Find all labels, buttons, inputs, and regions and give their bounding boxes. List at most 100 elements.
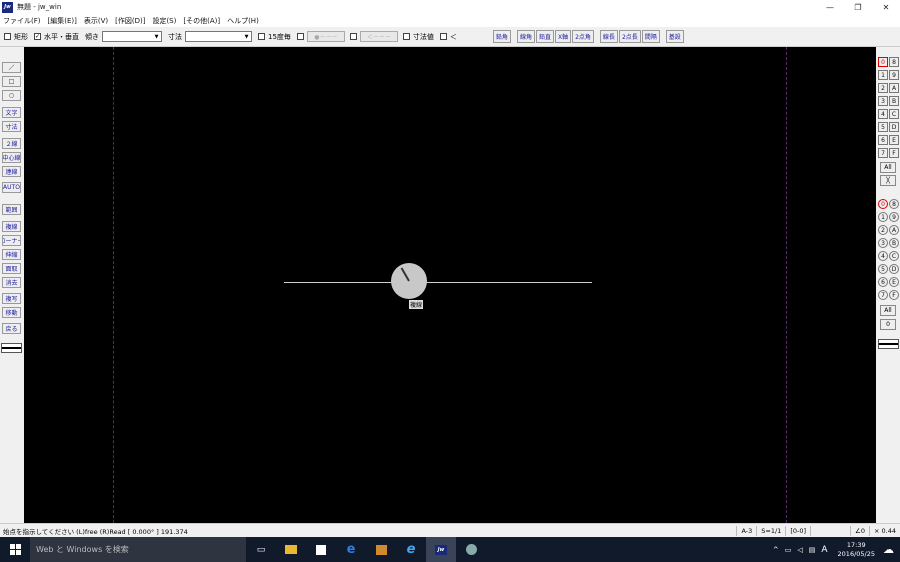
layer-group-button[interactable]: D — [889, 122, 899, 132]
layer-group-button[interactable]: F — [889, 148, 899, 158]
erase-tool-button[interactable]: 消去 — [2, 277, 21, 288]
drawing-canvas[interactable]: 複線 — [24, 47, 876, 523]
layer-group-button[interactable]: 7 — [878, 148, 888, 158]
layer-group-button[interactable]: B — [889, 96, 899, 106]
edge-browser-icon[interactable]: e — [336, 537, 366, 562]
layer-group-button[interactable]: 2 — [878, 83, 888, 93]
layer-button[interactable]: 3 — [878, 238, 888, 248]
layer-group-button[interactable]: 4 — [878, 109, 888, 119]
copy-tool-button[interactable]: 複写 — [2, 293, 21, 304]
minimize-button[interactable]: — — [816, 0, 844, 14]
layer-button[interactable]: F — [889, 290, 899, 300]
layer-button[interactable]: 4 — [878, 251, 888, 261]
layer-group-button[interactable]: C — [889, 109, 899, 119]
layer-group-button[interactable]: E — [889, 135, 899, 145]
toolbar-button-7[interactable]: 2点長 — [618, 30, 641, 43]
layer-button[interactable]: B — [889, 238, 899, 248]
centerline-tool-button[interactable]: 中心線 — [2, 152, 21, 163]
notification-cloud-icon[interactable]: ☁ — [883, 543, 894, 556]
menu-other[interactable]: [その他(A)] — [183, 16, 220, 26]
menu-help[interactable]: ヘルプ(H) — [227, 16, 259, 26]
chamfer-tool-button[interactable]: 面取 — [2, 263, 21, 274]
toolbar-button-8[interactable]: 間隔 — [641, 30, 660, 43]
toolbar-button-2[interactable]: 線角 — [516, 30, 535, 43]
layer-group-button[interactable]: 1 — [878, 70, 888, 80]
slope-combo[interactable]: ▼ — [102, 31, 162, 42]
layer-button[interactable]: C — [889, 251, 899, 261]
corner-tool-button[interactable]: コーナー — [2, 235, 21, 246]
circle-tool-button[interactable]: ○ — [2, 90, 21, 101]
restore-button[interactable]: ❐ — [844, 0, 872, 14]
layer-button[interactable]: A — [889, 225, 899, 235]
horizontal-vertical-checkbox[interactable]: ✓ 水平・垂直 — [34, 32, 79, 42]
dim-combo[interactable]: ▼ — [185, 31, 252, 42]
network-icon[interactable]: ▭ — [785, 546, 792, 554]
paint-app-icon[interactable] — [456, 537, 486, 562]
toolbar-button-1[interactable]: 鉛角 — [492, 30, 511, 43]
layer-button[interactable]: 1 — [878, 212, 888, 222]
ime-indicator[interactable]: A — [821, 545, 827, 555]
arrow-line-checkbox[interactable] — [349, 33, 357, 40]
scale-field[interactable]: S=1/1 — [756, 526, 785, 536]
layer-button[interactable]: E — [889, 277, 899, 287]
layer-button[interactable]: D — [889, 264, 899, 274]
layer-all-button[interactable]: All — [880, 305, 896, 316]
line-style-indicator[interactable] — [1, 343, 22, 353]
jw-cad-taskbar-icon[interactable]: Jw — [426, 537, 456, 562]
angle-field[interactable]: ∠0 — [850, 526, 869, 536]
file-explorer-icon[interactable] — [276, 537, 306, 562]
layer-zero-button[interactable]: 0 — [880, 319, 896, 330]
layer-button[interactable]: 8 — [889, 199, 899, 209]
chevron-up-icon[interactable]: ^ — [773, 546, 779, 554]
menu-edit[interactable]: [編集(E)] — [48, 16, 77, 26]
layer-group-button[interactable]: A — [889, 83, 899, 93]
layer-group-button[interactable]: 9 — [889, 70, 899, 80]
dot-line-button[interactable]: ●－－－ — [306, 31, 345, 42]
media-player-icon[interactable] — [366, 537, 396, 562]
dimvalue-checkbox[interactable]: 寸法値 — [402, 32, 434, 42]
dot-line-checkbox[interactable] — [296, 33, 304, 40]
extend-tool-button[interactable]: 伸縮 — [2, 249, 21, 260]
taskbar-search-input[interactable]: Web と Windows を検索 — [30, 537, 246, 562]
start-button[interactable] — [0, 537, 30, 562]
layer-line-indicator[interactable] — [878, 339, 899, 349]
layer-button[interactable]: 6 — [878, 277, 888, 287]
menu-file[interactable]: ファイル(F) — [3, 16, 41, 26]
layer-group-button[interactable]: 0 — [878, 57, 888, 67]
layer-button[interactable]: 2 — [878, 225, 888, 235]
toolbar-button-5[interactable]: 2点角 — [572, 30, 594, 43]
arrow-line-button[interactable]: ＜－－－ — [359, 31, 398, 42]
toolbar-button-3[interactable]: 鉛直 — [535, 30, 554, 43]
continuous-line-tool-button[interactable]: 連線 — [2, 166, 21, 177]
rectangle-tool-button[interactable]: □ — [2, 76, 21, 87]
task-view-icon[interactable]: ▭ — [246, 537, 276, 562]
layer-group-button[interactable]: 3 — [878, 96, 888, 106]
layer-group-button[interactable]: 5 — [878, 122, 888, 132]
close-icon[interactable]: ╳ — [880, 175, 896, 186]
toolbar-button-9[interactable]: 基設 — [665, 30, 684, 43]
auto-tool-button[interactable]: AUTO — [2, 182, 21, 193]
line-tool-button[interactable]: ／ — [2, 62, 21, 73]
layer-group-button[interactable]: 8 — [889, 57, 899, 67]
layer-button[interactable]: 9 — [889, 212, 899, 222]
internet-explorer-icon[interactable]: e — [396, 537, 426, 562]
undo-button[interactable]: 戻る — [2, 323, 21, 334]
rect-checkbox[interactable]: 矩形 — [4, 32, 28, 42]
layer-button[interactable]: 0 — [878, 199, 888, 209]
store-icon[interactable] — [306, 537, 336, 562]
zoom-field[interactable]: × 0.44 — [869, 526, 900, 536]
toolbar-button-6[interactable]: 線長 — [599, 30, 618, 43]
paper-size[interactable]: A-3 — [736, 526, 756, 536]
offset-tool-button[interactable]: 複線 — [2, 221, 21, 232]
layer-button[interactable]: 7 — [878, 290, 888, 300]
layer-button[interactable]: 5 — [878, 264, 888, 274]
layer-group-all-button[interactable]: All — [880, 162, 896, 173]
range-tool-button[interactable]: 範囲 — [2, 204, 21, 215]
menu-settings[interactable]: 設定(S) — [152, 16, 176, 26]
toolbar-button-4[interactable]: X軸 — [554, 30, 572, 43]
deg15-checkbox[interactable]: 15度毎 — [258, 32, 291, 42]
menu-draw[interactable]: [作図(D)] — [115, 16, 145, 26]
close-button[interactable]: ✕ — [872, 0, 900, 14]
move-tool-button[interactable]: 移動 — [2, 307, 21, 318]
dimension-tool-button[interactable]: 寸法 — [2, 121, 21, 132]
